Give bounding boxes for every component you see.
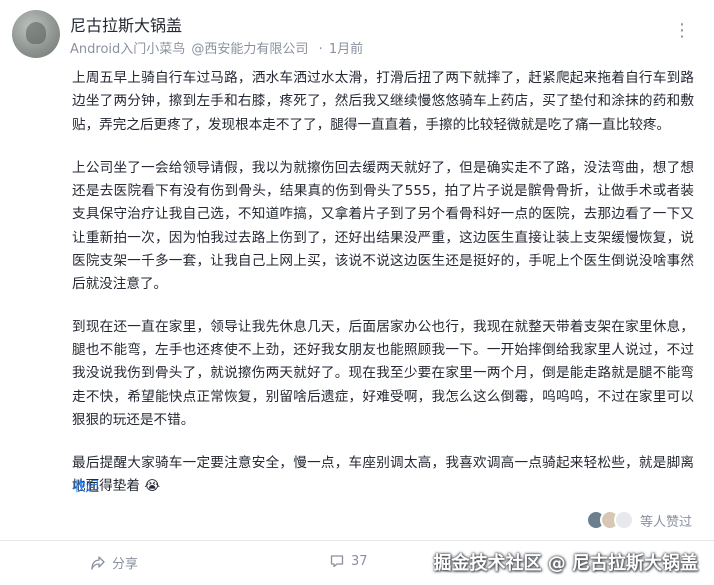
author-company: @西安能力有限公司: [191, 42, 309, 57]
author-avatar[interactable]: [12, 10, 60, 58]
author-title: Android入门小菜鸟: [70, 42, 186, 57]
comment-icon: [330, 555, 344, 568]
likes-text: 等人赞过: [639, 514, 692, 530]
share-icon: [91, 555, 105, 570]
author-name[interactable]: 尼古拉斯大锅盖: [70, 12, 182, 36]
post-header: 尼古拉斯大锅盖 Android入门小菜鸟 @西安能力有限公司 · 1月前 ⋮: [12, 10, 702, 62]
site-watermark: 掘金技术社区 @ 尼古拉斯大锅盖: [433, 553, 698, 574]
post-paragraph: 最后提醒大家骑车一定要注意安全，慢一点，车座别调太高，我喜欢调高一点骑起来轻松些…: [72, 455, 694, 495]
post-paragraph: 上周五早上骑自行车过马路，洒水车洒过水太滑，打滑后扭了两下就摔了，赶紧爬起来拖着…: [72, 70, 694, 133]
post-time: 1月前: [328, 42, 364, 57]
liker-avatar: [613, 510, 634, 530]
post-paragraph: 上公司坐了一会给领导请假，我以为就擦伤回去缓两天就好了，但是确实走不了路，没法弯…: [72, 159, 694, 293]
share-button[interactable]: 分享: [90, 553, 138, 572]
meta-separator: ·: [318, 42, 323, 57]
comment-count: 37: [351, 553, 368, 569]
comment-button[interactable]: 37: [329, 553, 368, 569]
post-actions-bar: 分享 37 掘金技术社区 @ 尼古拉斯大锅盖: [0, 540, 714, 585]
post-meta: Android入门小菜鸟 @西安能力有限公司 · 1月前: [70, 38, 365, 57]
more-dots-icon[interactable]: ⋮: [673, 22, 692, 40]
post-paragraph: 到现在还一直在家里，领导让我先休息几天，后面居家办公也行，我现在就整天带着支架在…: [72, 318, 694, 428]
share-label: 分享: [112, 557, 139, 572]
collapse-link[interactable]: 收起: [72, 475, 99, 495]
liked-by[interactable]: 等人赞过: [585, 509, 692, 531]
post-content: 上周五早上骑自行车过马路，洒水车洒过水太滑，打滑后扭了两下就摔了，赶紧爬起来拖着…: [72, 67, 694, 519]
